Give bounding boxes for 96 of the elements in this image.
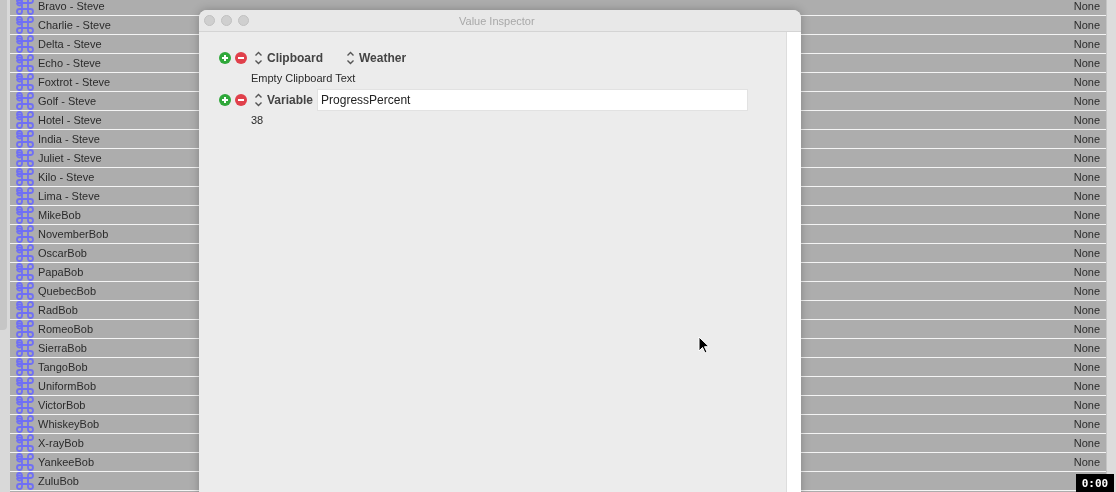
row-name: RomeoBob bbox=[38, 323, 94, 335]
up-down-icon bbox=[346, 51, 355, 65]
command-icon bbox=[16, 453, 34, 471]
row-name: Lima - Steve bbox=[38, 190, 100, 202]
row-value: None bbox=[1073, 171, 1100, 183]
pointer-icon bbox=[698, 336, 710, 354]
result-text: 38 bbox=[250, 113, 265, 128]
command-icon bbox=[16, 0, 34, 15]
row-name: Delta - Steve bbox=[38, 38, 102, 50]
result-text: Empty Clipboard Text bbox=[250, 71, 357, 86]
command-icon bbox=[16, 320, 34, 338]
row-name: WhiskeyBob bbox=[38, 418, 100, 430]
command-icon bbox=[16, 54, 34, 72]
command-icon bbox=[16, 130, 34, 148]
row-name: PapaBob bbox=[38, 266, 84, 278]
popup-menu[interactable]: Clipboard bbox=[254, 51, 323, 65]
row-name: ZuluBob bbox=[38, 475, 79, 487]
name-field[interactable]: ProgressPercent bbox=[317, 89, 749, 111]
row-value: None bbox=[1073, 38, 1100, 50]
command-icon bbox=[16, 244, 34, 262]
row-name: Charlie - Steve bbox=[38, 19, 111, 31]
command-icon bbox=[16, 168, 34, 186]
add-icon bbox=[219, 94, 231, 106]
command-icon bbox=[16, 339, 34, 357]
row-value: None bbox=[1073, 285, 1100, 297]
row-name: YankeeBob bbox=[38, 456, 95, 468]
row-value: None bbox=[1073, 266, 1100, 278]
row-value: None bbox=[1073, 19, 1100, 31]
command-icon bbox=[16, 301, 34, 319]
row-value: None bbox=[1073, 152, 1100, 164]
command-icon bbox=[16, 434, 34, 452]
command-icon bbox=[16, 358, 34, 376]
remove-icon bbox=[235, 94, 247, 106]
window-control[interactable] bbox=[204, 15, 215, 26]
row-value: None bbox=[1073, 209, 1100, 221]
command-icon bbox=[16, 92, 34, 110]
up-down-icon bbox=[254, 51, 263, 65]
command-icon bbox=[16, 187, 34, 205]
row-value: None bbox=[1073, 76, 1100, 88]
timestamp: 0:00 bbox=[1076, 474, 1114, 492]
command-icon bbox=[16, 35, 34, 53]
row-value: None bbox=[1073, 114, 1100, 126]
row-value: None bbox=[1073, 456, 1100, 468]
row-name: SierraBob bbox=[38, 342, 87, 354]
popup-menu[interactable]: Variable bbox=[254, 93, 314, 107]
command-icon bbox=[16, 149, 34, 167]
row-name: Golf - Steve bbox=[38, 95, 97, 107]
row-name: QuebecBob bbox=[38, 285, 97, 297]
window-control[interactable] bbox=[238, 15, 249, 26]
row-name: RadBob bbox=[38, 304, 78, 316]
row-value: None bbox=[1073, 247, 1100, 259]
row-name: India - Steve bbox=[38, 133, 100, 145]
row-value: None bbox=[1073, 133, 1100, 145]
row-name: VictorBob bbox=[38, 399, 86, 411]
row-name: Bravo - Steve bbox=[38, 0, 105, 12]
row-value: None bbox=[1073, 228, 1100, 240]
command-icon bbox=[16, 111, 34, 129]
row-name: Kilo - Steve bbox=[38, 171, 95, 183]
add-icon bbox=[219, 52, 231, 64]
row-name: TangoBob bbox=[38, 361, 88, 373]
window-control[interactable] bbox=[221, 15, 232, 26]
row-name: Hotel - Steve bbox=[38, 114, 102, 126]
popup-menu[interactable]: Weather bbox=[346, 51, 407, 65]
row-value: None bbox=[1073, 95, 1100, 107]
command-icon bbox=[16, 377, 34, 395]
row-name: OscarBob bbox=[38, 247, 87, 259]
row-value: None bbox=[1073, 342, 1100, 354]
row-value: None bbox=[1073, 323, 1100, 335]
row-name: Echo - Steve bbox=[38, 57, 101, 69]
command-icon bbox=[16, 206, 34, 224]
row-value: None bbox=[1073, 399, 1100, 411]
remove-icon bbox=[235, 52, 247, 64]
up-down-icon bbox=[254, 93, 263, 107]
row-name: Juliet - Steve bbox=[38, 152, 102, 164]
row-value: None bbox=[1073, 361, 1100, 373]
command-icon bbox=[16, 472, 34, 490]
row-name: Foxtrot - Steve bbox=[38, 76, 111, 88]
command-icon bbox=[16, 16, 34, 34]
row-value: None bbox=[1073, 0, 1100, 12]
command-icon bbox=[16, 73, 34, 91]
command-icon bbox=[16, 263, 34, 281]
row-value: None bbox=[1073, 380, 1100, 392]
command-icon bbox=[16, 282, 34, 300]
command-icon bbox=[16, 415, 34, 433]
window-title: Value Inspector bbox=[459, 14, 535, 27]
row-name: MikeBob bbox=[38, 209, 81, 221]
row-value: None bbox=[1073, 190, 1100, 202]
row-value: None bbox=[1073, 57, 1100, 69]
command-icon bbox=[16, 225, 34, 243]
row-value: None bbox=[1073, 418, 1100, 430]
row-value: None bbox=[1073, 304, 1100, 316]
command-icon bbox=[16, 396, 34, 414]
row-value: None bbox=[1073, 437, 1100, 449]
row-name: X-rayBob bbox=[38, 437, 84, 449]
row-name: UniformBob bbox=[38, 380, 97, 392]
row-name: NovemberBob bbox=[38, 228, 109, 240]
